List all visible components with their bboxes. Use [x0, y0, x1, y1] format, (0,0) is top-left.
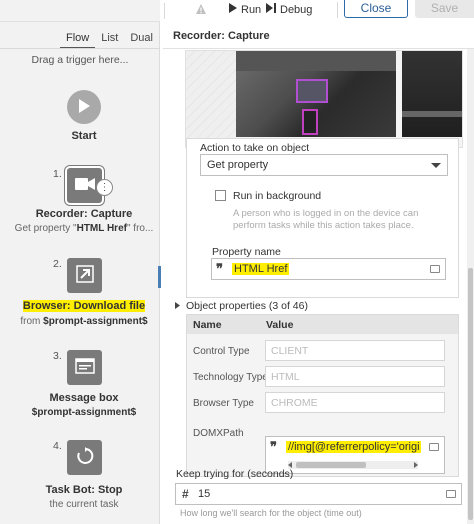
- step-number: 1.: [53, 168, 62, 180]
- chevron-down-icon: [431, 163, 441, 168]
- tab-flow[interactable]: Flow: [60, 30, 96, 49]
- close-button[interactable]: Close: [344, 0, 408, 18]
- step-browser-download[interactable]: [67, 258, 102, 293]
- scroll-thumb[interactable]: [296, 462, 366, 468]
- keep-trying-label: Keep trying for (seconds): [176, 468, 294, 480]
- step-title: Message box: [49, 392, 119, 404]
- start-label: Start: [71, 130, 97, 142]
- run-in-background-label: Run in background: [233, 190, 322, 202]
- step-subtitle: $prompt-assignment$: [31, 407, 137, 418]
- keep-trying-value: 15: [198, 488, 211, 500]
- column-header-name: Name: [193, 319, 222, 331]
- object-properties-table: Name Value Control Type CLIENT Technolog…: [186, 314, 459, 477]
- tab-dual[interactable]: Dual: [124, 30, 159, 49]
- property-value-field: HTML: [265, 366, 445, 387]
- more-options-button[interactable]: ⋮: [96, 179, 113, 196]
- save-button[interactable]: Save: [415, 0, 474, 18]
- panel-resize-handle[interactable]: [158, 266, 161, 288]
- step-title: Browser: Download file: [22, 300, 146, 312]
- hash-icon: #: [182, 487, 189, 501]
- step-subtitle: the current task: [49, 499, 119, 510]
- download-arrow-icon: [75, 265, 94, 286]
- property-name: Browser Type: [193, 398, 254, 409]
- run-in-background-checkbox[interactable]: [215, 190, 226, 201]
- toolbar-divider-2: [337, 2, 338, 18]
- preview-background: [186, 51, 236, 147]
- action-select-value: Get property: [207, 159, 269, 171]
- step-title: Task Bot: Stop: [45, 484, 123, 496]
- preview-sky: [236, 51, 396, 71]
- scroll-right-arrow-icon[interactable]: [414, 462, 418, 468]
- toolbar-left-area: [0, 0, 160, 22]
- debug-button[interactable]: Debug: [266, 3, 312, 16]
- step-number: 4.: [53, 440, 62, 452]
- play-icon: [228, 3, 237, 16]
- action-select[interactable]: Get property: [200, 154, 448, 176]
- keep-trying-field[interactable]: # 15: [175, 483, 462, 505]
- property-name: DOMXPath: [193, 428, 244, 439]
- step-subtitle: Get property "HTML Href" fro...: [14, 223, 154, 234]
- stop-refresh-icon: [76, 447, 94, 468]
- captured-object-outline: [302, 109, 318, 135]
- flow-panel: Flow List Dual Drag a trigger here... St…: [0, 22, 160, 524]
- keyboard-icon[interactable]: [429, 443, 439, 451]
- step-number: 2.: [53, 258, 62, 270]
- preview-band: [402, 111, 462, 117]
- run-label: Run: [241, 3, 262, 16]
- run-button[interactable]: Run: [228, 3, 261, 16]
- keyboard-icon[interactable]: [446, 490, 456, 498]
- toolbar-divider: [164, 3, 165, 19]
- start-node[interactable]: [67, 90, 101, 124]
- details-panel: Recorder: Capture Action to take on obje…: [163, 22, 474, 524]
- property-name-field[interactable]: ❞ HTML Href: [211, 258, 446, 280]
- debug-label: Debug: [280, 3, 313, 16]
- vertical-scroll-thumb[interactable]: [468, 268, 473, 520]
- tab-list[interactable]: List: [95, 30, 124, 49]
- domxpath-value: //img[@referrerpolicy='origi: [286, 441, 421, 453]
- tabs-divider: [0, 48, 160, 49]
- column-header-value: Value: [266, 319, 294, 331]
- keyboard-icon[interactable]: [430, 265, 440, 273]
- property-value-field: CHROME: [265, 392, 445, 413]
- trigger-drop-zone[interactable]: Drag a trigger here...: [0, 54, 160, 66]
- step-taskbot-stop[interactable]: [67, 440, 102, 475]
- run-in-background-help: A person who is logged in on the device …: [233, 208, 419, 231]
- step-subtitle: from $prompt-assignment$: [20, 316, 148, 327]
- object-properties-label: Object properties (3 of 46): [186, 300, 308, 312]
- step-number: 3.: [53, 350, 62, 362]
- screenshot-preview: [236, 51, 396, 137]
- top-toolbar: Run Debug Close Save: [0, 0, 474, 22]
- keep-trying-help: How long we'll search for the object (ti…: [180, 508, 362, 518]
- quote-icon: ❞: [216, 262, 223, 277]
- title-divider: [163, 48, 474, 49]
- capture-preview: [185, 50, 463, 148]
- warning-icon[interactable]: [195, 3, 207, 18]
- object-properties-toggle[interactable]: Object properties (3 of 46): [175, 300, 308, 312]
- camera-icon: [74, 177, 95, 194]
- message-box-icon: [74, 358, 95, 377]
- debug-icon: [266, 3, 276, 16]
- property-name-label: Property name: [212, 246, 281, 258]
- preview-car: [296, 79, 328, 103]
- quote-icon: ❞: [270, 440, 277, 455]
- caret-right-icon: [175, 300, 180, 312]
- action-label: Action to take on object: [200, 142, 310, 154]
- step-title: Recorder: Capture: [35, 208, 133, 220]
- screenshot-preview-2: [402, 51, 462, 137]
- horizontal-scrollbar[interactable]: [288, 461, 418, 469]
- play-icon: [78, 98, 90, 116]
- property-value-field: CLIENT: [265, 340, 445, 361]
- panel-title: Recorder: Capture: [173, 30, 270, 42]
- property-name-value: HTML Href: [232, 263, 290, 275]
- step-message-box[interactable]: [67, 350, 102, 385]
- table-header: Name Value: [187, 315, 458, 334]
- property-name: Technology Type: [193, 372, 268, 383]
- view-tabs: Flow List Dual: [60, 30, 159, 49]
- property-name: Control Type: [193, 346, 250, 357]
